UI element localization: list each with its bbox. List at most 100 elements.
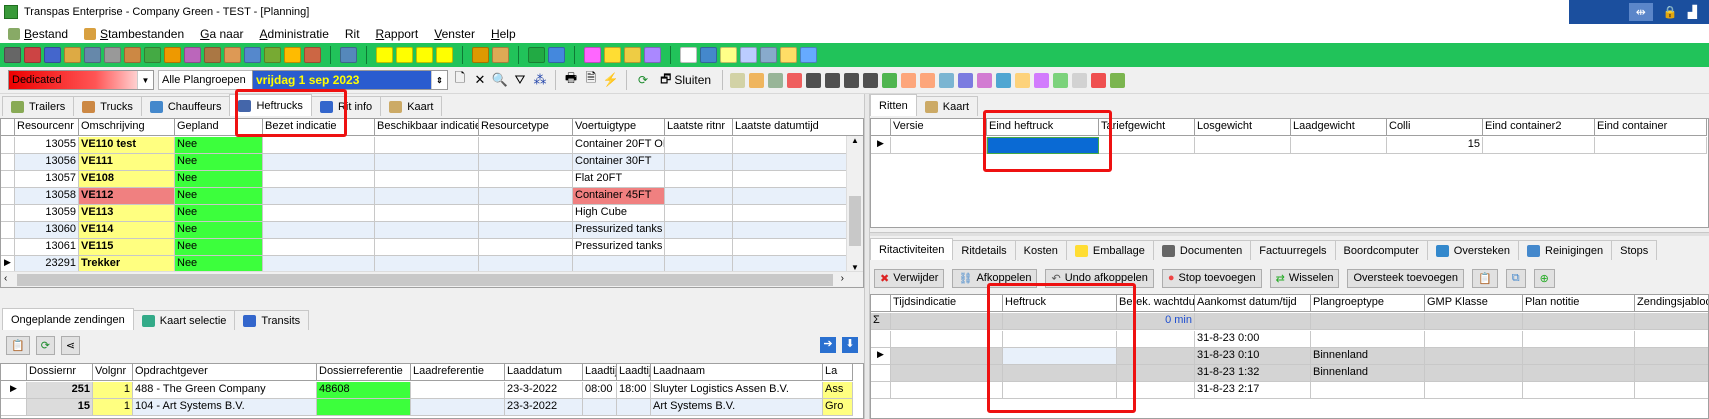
planning-tool-3-icon[interactable] [768,72,784,88]
toolbar-tool-22-icon[interactable] [416,47,433,63]
hscroll-thumb[interactable] [17,274,833,286]
toolbar-tool-21-icon[interactable] [396,47,413,63]
lightning-icon[interactable]: ⚡ [603,72,619,88]
copy-button[interactable]: ⧉ [1505,268,1526,288]
column-header[interactable]: Volgnr [93,364,133,381]
heftruck-cell[interactable] [1003,348,1117,365]
toolbar-tool-31-icon[interactable] [584,47,601,63]
menu-administratie[interactable]: Administratie [256,27,341,41]
toolbar-tool-5-icon[interactable] [84,47,101,63]
table-row[interactable]: 13056 VE111 Nee Container 30FT [1,154,863,171]
scroll-thumb[interactable] [849,196,861,246]
heftruck-cell[interactable] [1003,365,1117,382]
toolbar-tool-20-icon[interactable] [376,47,393,63]
horizontal-scrollbar[interactable]: ‹ › [1,271,863,287]
menu-rapport[interactable]: Rapport [372,27,431,41]
tab-kaart[interactable]: Kaart [915,96,979,116]
planning-tool-12-icon[interactable] [939,72,955,88]
tree-icon[interactable]: ⁂ [532,72,548,88]
chevron-down-icon[interactable]: ▼ [137,71,153,89]
column-header[interactable]: Laatste ritnr [665,119,733,136]
table-row[interactable]: 13057 VE108 Nee Flat 20FT [1,171,863,188]
planning-tool-16-icon[interactable] [1015,72,1031,88]
vertical-scrollbar[interactable]: ▲ ▼ [846,136,863,272]
menu-ga-naar[interactable]: Ga naar [196,27,255,41]
planning-tool-14-icon[interactable] [977,72,993,88]
column-header[interactable]: Laadtijd [617,364,651,381]
arrow-down-icon[interactable]: ⬇ [842,337,858,353]
paste-button[interactable]: 📋 [6,335,30,355]
planning-tool-19-icon[interactable] [1072,72,1088,88]
planning-tool-7-icon[interactable] [844,72,860,88]
tab-trucks[interactable]: Trucks [73,96,142,116]
tab-ritactiviteiten[interactable]: Ritactiviteiten [870,238,954,260]
table-row[interactable]: 13061 VE115 Nee Pressurized tanks 4 [1,239,863,256]
table-row[interactable]: 31-8-23 0:00 [871,331,1708,348]
new-icon[interactable]: 🗋 [452,70,468,88]
table-row[interactable]: 13059 VE113 Nee High Cube [1,205,863,222]
planning-tool-1-icon[interactable] [730,72,746,88]
column-header[interactable]: Losgewicht [1195,119,1291,136]
table-row[interactable]: 31-8-23 1:32 Binnenland [871,365,1708,382]
refresh-button[interactable]: ⟳ [634,73,652,87]
lock-icon[interactable]: 🔒 [1663,5,1678,19]
toolbar-tool-13-icon[interactable] [244,47,261,63]
table-row[interactable]: 13058 VE112 Nee Container 45FT [1,188,863,205]
toolbar-tool-32-icon[interactable] [604,47,621,63]
column-header[interactable]: Laaddatum [505,364,583,381]
column-header[interactable]: Resourcenr [15,119,79,136]
column-header[interactable]: Eind container2 [1483,119,1595,136]
menu-bestand[interactable]: Bestand [4,27,80,41]
eind-heftruck-cell[interactable] [987,137,1099,154]
column-header[interactable]: Eind heftruck [987,119,1099,136]
toolbar-tool-28-icon[interactable] [528,47,545,63]
tab-kaart[interactable]: Kaart [380,96,443,116]
toolbar-tool-2-icon[interactable] [24,47,41,63]
table-row[interactable]: 15 1 104 - Art Systems B.V. 23-3-2022 Art Sy… [1,399,853,416]
toolbar-tool-33-icon[interactable] [624,47,641,63]
planning-tool-6-icon[interactable] [825,72,841,88]
planning-tool-5-icon[interactable] [806,72,822,88]
toolbar-tool-25-icon[interactable] [472,47,489,63]
column-header[interactable]: Plan notitie [1523,295,1635,312]
column-header[interactable]: Beschikbaar indicatie [375,119,479,136]
toolbar-tool-41-icon[interactable] [780,47,797,63]
preview-icon[interactable]: 🗎 [583,70,599,88]
toolbar-tool-4-icon[interactable] [64,47,81,63]
tab-factuurregels[interactable]: Factuurregels [1250,240,1336,260]
table-row[interactable]: 31-8-23 2:17 [871,382,1708,399]
wisselen-button[interactable]: ⇄ Wisselen [1269,268,1340,288]
tab-reinigingen[interactable]: Reinigingen [1518,240,1613,260]
heftruck-cell[interactable] [1003,382,1117,399]
toolbar-tool-18-icon[interactable] [340,47,357,63]
toolbar-tool-9-icon[interactable] [164,47,181,63]
toolbar-tool-10-icon[interactable] [184,47,201,63]
share-button[interactable]: ⋖ [60,335,81,355]
tab-emballage[interactable]: Emballage [1065,240,1154,260]
column-header[interactable]: Voertuigtype [573,119,665,136]
add-button[interactable]: ⊕ [1533,268,1555,288]
tab-boordcomputer[interactable]: Boordcomputer [1334,240,1428,260]
column-header[interactable]: Laadreferentie [411,364,505,381]
tab-chauffeurs[interactable]: Chauffeurs [140,96,231,116]
toolbar-tool-34-icon[interactable] [644,47,661,63]
plangroep-select[interactable]: Alle Plangroepen [158,70,254,90]
refresh-shipments-button[interactable]: ⟳ [35,335,55,355]
afkoppelen-button[interactable]: ⛓ Afkoppelen [952,268,1038,288]
toolbar-tool-6-icon[interactable] [104,47,121,63]
column-header[interactable]: Resourcetype [479,119,573,136]
column-header[interactable]: Plangroeptype [1311,295,1425,312]
column-header[interactable]: Laatste datumtijd [733,119,863,136]
planning-tool-20-icon[interactable] [1091,72,1107,88]
column-header[interactable]: Opdrachtgever [133,364,317,381]
planning-tool-18-icon[interactable] [1053,72,1069,88]
column-header[interactable]: Aankomst datum/tijd [1195,295,1311,312]
toolbar-tool-1-icon[interactable] [4,47,21,63]
tab-documenten[interactable]: Documenten [1152,240,1252,260]
toolbar-tool-26-icon[interactable] [492,47,509,63]
table-row[interactable]: 13060 VE114 Nee Pressurized tanks 2 [1,222,863,239]
column-header[interactable]: Laadtijd [583,364,617,381]
column-header[interactable]: Dossierreferentie [317,364,411,381]
arrow-right-icon[interactable]: ➔ [820,337,836,353]
close-button[interactable]: 🗗 Sluiten [656,70,715,91]
